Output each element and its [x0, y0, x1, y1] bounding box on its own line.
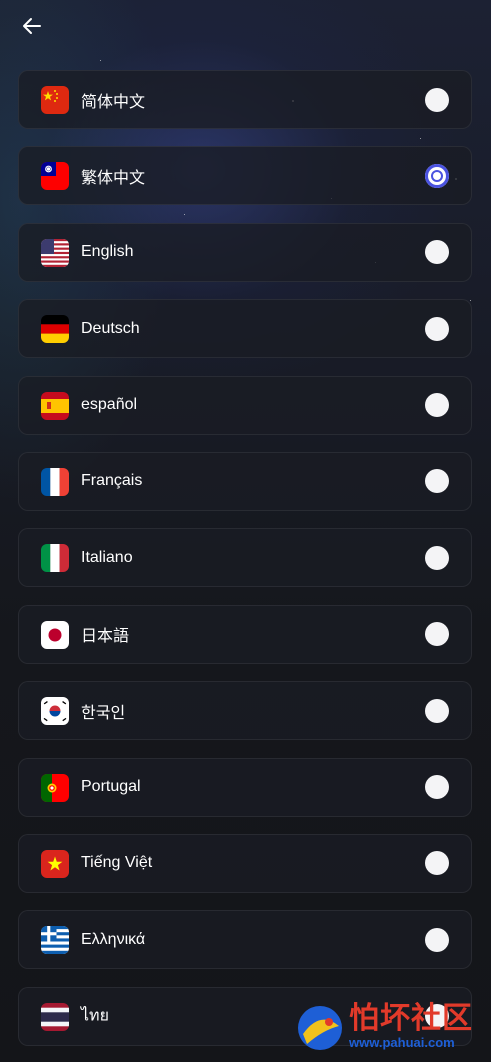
- language-label: Italiano: [81, 548, 133, 566]
- thailand-flag-icon: [41, 1002, 69, 1031]
- radio-button[interactable]: [425, 622, 449, 647]
- italy-flag-icon: [41, 544, 69, 573]
- language-item-ja[interactable]: 日本語: [18, 604, 472, 664]
- watermark: 怕坏社区 www.pahuai.com: [293, 998, 483, 1056]
- vietnam-flag-icon: [41, 849, 69, 878]
- language-item-zh-hant[interactable]: 繁体中文: [18, 146, 472, 206]
- arrow-left-icon: [23, 18, 41, 34]
- language-item-en[interactable]: English: [18, 222, 472, 282]
- language-label: Français: [81, 472, 143, 490]
- language-label: 繁体中文: [81, 169, 146, 187]
- language-item-ko[interactable]: 한국인: [18, 681, 472, 741]
- language-label: 한국인: [81, 704, 126, 722]
- header: [14, 10, 54, 42]
- radio-button[interactable]: [425, 775, 449, 800]
- spain-flag-icon: [41, 391, 69, 420]
- language-label: Deutsch: [81, 319, 140, 337]
- taiwan-flag-icon: [41, 162, 69, 191]
- language-item-de[interactable]: Deutsch: [18, 299, 472, 359]
- language-label: español: [81, 396, 138, 414]
- radio-button-selected[interactable]: [425, 163, 449, 188]
- radio-button[interactable]: [425, 698, 449, 723]
- radio-button[interactable]: [425, 469, 449, 494]
- language-item-es[interactable]: español: [18, 375, 472, 435]
- usa-flag-icon: [41, 238, 69, 267]
- language-item-el[interactable]: Ελληνικά: [18, 910, 472, 970]
- language-label: English: [81, 243, 134, 261]
- japan-flag-icon: [41, 620, 69, 649]
- watermark-url: www.pahuai.com: [349, 1035, 455, 1050]
- language-item-pt[interactable]: Portugal: [18, 757, 472, 817]
- radio-button[interactable]: [425, 316, 449, 341]
- language-item-fr[interactable]: Français: [18, 451, 472, 511]
- language-list: 简体中文 繁体中文 English Deutsch español França…: [18, 70, 472, 1062]
- language-label: Ελληνικά: [81, 930, 146, 948]
- china-flag-icon: [41, 86, 69, 114]
- language-label: 日本語: [81, 628, 130, 646]
- language-label: Tiếng Việt: [81, 854, 153, 872]
- language-label: ไทย: [81, 1007, 109, 1025]
- radio-button[interactable]: [425, 545, 449, 570]
- greece-flag-icon: [41, 926, 69, 955]
- radio-button[interactable]: [425, 87, 449, 112]
- radio-button[interactable]: [425, 851, 449, 876]
- germany-flag-icon: [41, 315, 69, 344]
- france-flag-icon: [41, 467, 69, 496]
- language-item-vi[interactable]: Tiếng Việt: [18, 833, 472, 893]
- watermark-title: 怕坏社区: [349, 1001, 473, 1036]
- radio-button[interactable]: [425, 927, 449, 952]
- language-label: Portugal: [81, 778, 141, 796]
- radio-button[interactable]: [425, 240, 449, 265]
- korea-flag-icon: [41, 697, 69, 726]
- back-button[interactable]: [14, 10, 50, 42]
- radio-button[interactable]: [425, 393, 449, 418]
- watermark-logo-icon: [298, 1006, 342, 1050]
- language-item-it[interactable]: Italiano: [18, 528, 472, 588]
- language-label: 简体中文: [81, 93, 146, 111]
- language-item-zh-hans[interactable]: 简体中文: [18, 70, 472, 129]
- portugal-flag-icon: [41, 773, 69, 802]
